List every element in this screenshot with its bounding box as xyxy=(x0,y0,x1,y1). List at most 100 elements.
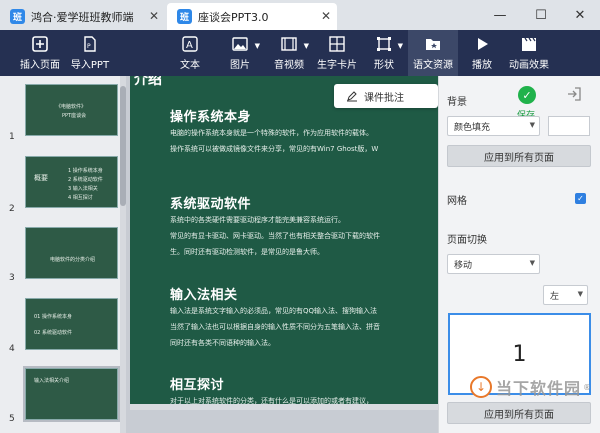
tab-label: 鸿合·爱学班班教师端 xyxy=(31,10,134,24)
section-heading: 输入法相关 xyxy=(170,288,238,303)
chevron-down-icon: ▼ xyxy=(577,290,583,298)
tab-close-icon[interactable]: ✕ xyxy=(149,9,159,23)
text-button[interactable]: A 文本 xyxy=(172,30,208,76)
grid-checkbox[interactable]: ✓ xyxy=(575,193,586,204)
apply-all-pages-button[interactable]: 应用到所有页面 xyxy=(447,145,591,167)
section-text: 同时还有各类不同语种的输入法。 xyxy=(170,339,275,347)
preview-number: 1 xyxy=(512,341,527,367)
slide-canvas[interactable]: 介绍 操作系统本身 电脑的操作系统本身就是一个特殊的软件，作为应用软件的载体。 … xyxy=(130,76,438,352)
play-icon xyxy=(478,38,488,50)
thumbnail-number: 4 xyxy=(9,344,15,354)
import-ppt-button[interactable]: P 导入PPT xyxy=(68,30,112,76)
svg-text:A: A xyxy=(186,40,193,51)
svg-text:P: P xyxy=(87,43,91,50)
courseware-annotation-button[interactable]: 课件批注 xyxy=(334,84,438,108)
slide-thumbnail[interactable]: 电脑软件的分类介绍 xyxy=(25,227,118,279)
shape-icon xyxy=(377,37,391,51)
select-value: 颜色填充 xyxy=(454,122,491,133)
page-transition-label: 页面切换 xyxy=(447,235,487,246)
watermark: ↓ 当下软件园 ® xyxy=(470,372,598,402)
toolbar-label: 音视频 xyxy=(274,60,304,71)
section-text: 电脑的操作系统本身就是一个特殊的软件，作为应用软件的载体。 xyxy=(170,129,373,137)
audio-video-button[interactable]: 音视频 ▼ xyxy=(271,30,309,76)
language-resource-button[interactable]: 语文资源 xyxy=(408,30,458,76)
select-value: 移动 xyxy=(454,260,473,271)
tab-close-icon[interactable]: ✕ xyxy=(321,9,331,23)
toolbar-label: 插入页面 xyxy=(20,60,60,71)
slide-title: 介绍 xyxy=(134,76,162,88)
pen-icon xyxy=(347,91,357,102)
film-icon xyxy=(281,37,297,51)
color-swatch[interactable] xyxy=(548,116,590,136)
direction-select[interactable]: 左 ▼ xyxy=(543,285,588,305)
apply-all-pages-button-2[interactable]: 应用到所有页面 xyxy=(447,402,591,424)
app-logo-icon: 班 xyxy=(10,9,25,24)
ppt-file-icon: P xyxy=(84,36,96,52)
tab-teacher-client[interactable]: 班 鸿合·爱学班班教师端 ✕ xyxy=(2,3,165,30)
minimize-button[interactable]: — xyxy=(485,0,515,30)
section-text: 生。同时还有驱动检测软件，是常见的是鲁大师。 xyxy=(170,248,324,256)
maximize-button[interactable]: ☐ xyxy=(526,0,556,30)
toolbar-label: 形状 xyxy=(374,60,394,71)
slide-thumbnail-selected[interactable]: 输入法相关介绍 xyxy=(23,366,120,422)
exit-icon[interactable] xyxy=(566,86,582,102)
annotation-label: 课件批注 xyxy=(364,92,404,104)
grid-label: 网格 xyxy=(447,196,467,207)
thumbnail-number: 2 xyxy=(9,204,15,214)
section-text: 输入法是系统文字输入的必须品，常见的有QQ输入法、搜狗输入法 xyxy=(170,307,378,315)
section-text: 对于以上对系统软件的分类，还有什么是可以添加的或者有建议， xyxy=(170,397,373,404)
toolbar-label: 文本 xyxy=(180,60,200,71)
toolbar-label: 播放 xyxy=(472,60,492,71)
chevron-down-icon: ▼ xyxy=(529,121,535,129)
checkmark-icon[interactable]: ✓ xyxy=(518,86,536,104)
shape-button[interactable]: 形状 ▼ xyxy=(367,30,403,76)
section-driver[interactable]: 系统驱动软件 系统中的各类硬件需要驱动程序才能完美兼容系统运行。 常见的有显卡驱… xyxy=(170,193,380,260)
insert-page-button[interactable]: 插入页面 xyxy=(18,30,62,76)
section-input-method[interactable]: 输入法相关 输入法是系统文字输入的必须品，常见的有QQ输入法、搜狗输入法 当然了… xyxy=(170,284,380,351)
section-discussion[interactable]: 相互探讨 对于以上对系统软件的分类，还有什么是可以添加的或者有建议， xyxy=(170,374,373,404)
close-window-button[interactable]: ✕ xyxy=(565,0,595,30)
horizontal-scrollbar[interactable] xyxy=(130,404,438,410)
toolbar-label: 图片 xyxy=(230,60,250,71)
chevron-down-icon: ▼ xyxy=(254,42,260,50)
watermark-text: 当下软件园 xyxy=(496,379,582,398)
plus-box-icon xyxy=(32,36,48,52)
folder-star-icon xyxy=(426,39,440,50)
section-os[interactable]: 操作系统本身 电脑的操作系统本身就是一个特殊的软件，作为应用软件的载体。 操作系… xyxy=(170,106,378,157)
fill-type-select[interactable]: 颜色填充 ▼ xyxy=(447,116,540,136)
toolbar-label: 生字卡片 xyxy=(317,60,357,71)
title-bar: 班 鸿合·爱学班班教师端 ✕ 班 座谈会PPT3.0 ✕ — ☐ ✕ xyxy=(0,0,600,30)
slide-thumbnail[interactable]: 01 操作系统本身 02 系统驱动软件 xyxy=(25,298,118,350)
tab-ppt-document[interactable]: 班 座谈会PPT3.0 ✕ xyxy=(167,3,337,30)
animation-effects-button[interactable]: 动画效果 xyxy=(505,30,553,76)
clapperboard-icon xyxy=(522,37,536,51)
app-logo-icon: 班 xyxy=(177,9,192,24)
slide-thumbnail-panel: 1 《电脑软件》 PPT座谈会 2 概要 1 操作系统本身 2 系统驱动软件 3… xyxy=(0,76,126,433)
slide-canvas-lower[interactable]: 相互探讨 对于以上对系统软件的分类，还有什么是可以添加的或者有建议， xyxy=(130,352,438,404)
section-heading: 操作系统本身 xyxy=(170,110,252,125)
slide-thumbnail[interactable]: 《电脑软件》 PPT座谈会 xyxy=(25,84,118,136)
transition-select[interactable]: 移动 ▼ xyxy=(447,254,540,274)
play-button[interactable]: 播放 xyxy=(466,30,498,76)
section-heading: 相互探讨 xyxy=(170,378,225,393)
word-card-button[interactable]: 生字卡片 xyxy=(316,30,358,76)
image-button[interactable]: 图片 ▼ xyxy=(222,30,260,76)
section-text: 常见的有显卡驱动、网卡驱动。当然了也有相关整合驱动下载的软件 xyxy=(170,232,380,240)
toolbar-label: 语文资源 xyxy=(413,60,453,71)
chevron-down-icon: ▼ xyxy=(303,42,309,50)
chevron-down-icon: ▼ xyxy=(529,259,535,267)
chevron-down-icon: ▼ xyxy=(397,42,403,50)
tab-label: 座谈会PPT3.0 xyxy=(198,10,269,24)
section-text: 操作系统可以被做成镜像文件来分享，常见的有Win7 Ghost版，W xyxy=(170,145,379,153)
toolbar-label: 动画效果 xyxy=(509,60,549,71)
image-icon xyxy=(232,37,248,51)
section-text: 当然了输入法也可以根据自身的输入性质不同分为五笔输入法、拼音 xyxy=(170,323,380,331)
thumbnail-number: 3 xyxy=(9,273,15,283)
select-value: 左 xyxy=(550,291,560,302)
registered-mark: ® xyxy=(583,382,592,392)
background-label: 背景 xyxy=(447,97,467,108)
main-toolbar: 插入页面 P 导入PPT A 文本 图片 ▼ 音视频 ▼ 生字卡片 形状 ▼ 语… xyxy=(0,30,600,76)
grid-card-icon xyxy=(329,36,345,52)
slide-thumbnail[interactable]: 概要 1 操作系统本身 2 系统驱动软件 3 输入法相关 4 相互探讨 xyxy=(25,156,118,208)
download-arrow-icon: ↓ xyxy=(470,376,492,398)
